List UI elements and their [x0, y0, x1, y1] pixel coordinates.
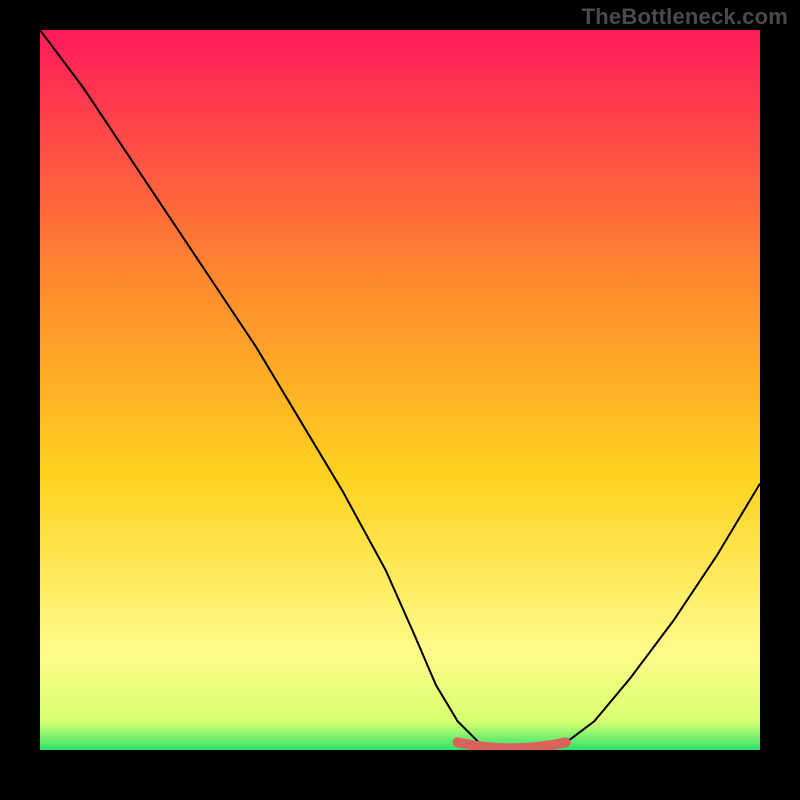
watermark-text: TheBottleneck.com: [582, 4, 788, 30]
gradient-background: [40, 30, 760, 750]
chart-frame: TheBottleneck.com: [0, 0, 800, 800]
chart-svg: [40, 30, 760, 750]
plot-area: [40, 30, 760, 750]
